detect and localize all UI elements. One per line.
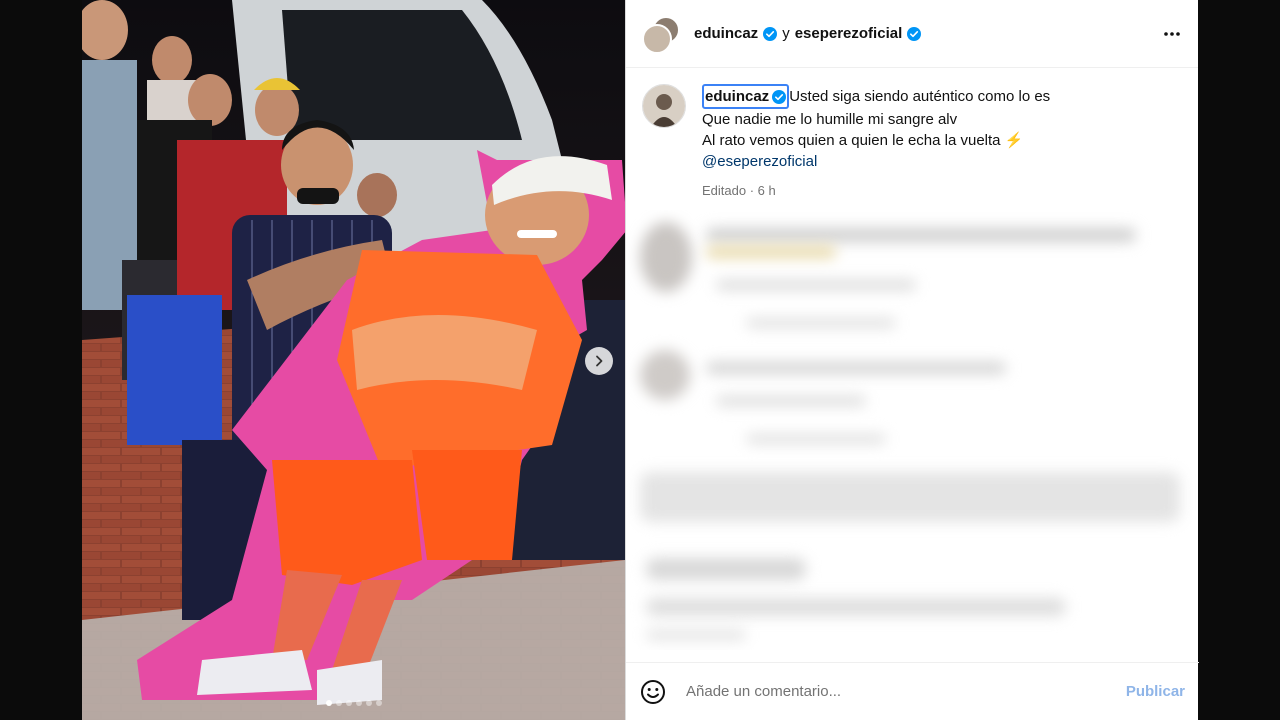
- post-dialog: eduincaz y eseperezoficial eduincaz Uste…: [82, 0, 1199, 720]
- emoji-icon[interactable]: [640, 679, 666, 705]
- verified-badge-icon: [907, 26, 922, 41]
- edited-label: Editado: [702, 183, 747, 198]
- carousel-dot: [345, 700, 352, 706]
- carousel-dot: [335, 700, 342, 706]
- comment-text: [706, 246, 836, 258]
- carousel-indicator: [82, 700, 625, 706]
- carousel-dot: [375, 700, 382, 706]
- comment-meta: [716, 280, 916, 290]
- meta-separator: ·: [749, 183, 758, 198]
- caption-line-1: Usted siga siendo auténtico como lo es: [789, 88, 1051, 105]
- comment-input[interactable]: [684, 682, 1088, 701]
- author-username-2[interactable]: eseperezoficial: [795, 25, 903, 42]
- publish-button[interactable]: Publicar: [1126, 683, 1185, 700]
- caption-username-label: eduincaz: [705, 88, 770, 105]
- blurred-comments: [626, 210, 1199, 650]
- verified-badge-icon: [763, 26, 778, 41]
- carousel-dot: [355, 700, 362, 706]
- carousel-next-button[interactable]: [585, 347, 613, 375]
- caption-meta: Editado · 6 h: [702, 180, 1050, 201]
- post-side-panel: eduincaz y eseperezoficial eduincaz Uste…: [625, 0, 1199, 720]
- comment-avatar: [640, 222, 692, 292]
- collab-avatars[interactable]: [642, 15, 680, 54]
- caption-line-3: Al rato vemos quien a quien le echa la v…: [702, 132, 1024, 149]
- post-caption: eduincaz Usted siga siendo auténtico com…: [626, 68, 1198, 201]
- post-photo: [82, 0, 625, 720]
- post-time[interactable]: 6 h: [758, 183, 776, 198]
- avatar-image: [643, 85, 685, 127]
- author-username-1[interactable]: eduincaz: [694, 25, 758, 42]
- comment-replies: [746, 318, 896, 328]
- caption-text: eduincaz Usted siga siendo auténtico com…: [702, 84, 1050, 201]
- comment-avatar: [640, 350, 690, 400]
- post-header: eduincaz y eseperezoficial: [626, 0, 1198, 68]
- caption-avatar[interactable]: [642, 84, 686, 128]
- post-authors: eduincaz y eseperezoficial: [694, 25, 922, 42]
- comment-text: [706, 228, 1136, 242]
- comment-text: [706, 362, 1006, 374]
- authors-conjunction: y: [782, 25, 790, 42]
- caption-line-2: Que nadie me lo humille mi sangre alv: [702, 111, 958, 128]
- comment-meta: [716, 396, 866, 406]
- caption-mention-link[interactable]: @eseperezoficial: [702, 151, 1050, 172]
- chevron-right-icon: [596, 355, 603, 367]
- avatar-primary: [642, 23, 672, 54]
- verified-badge-icon: [772, 89, 787, 104]
- action-bar: [646, 558, 806, 580]
- more-options-icon[interactable]: [1162, 24, 1182, 44]
- post-media: [82, 0, 625, 720]
- carousel-dot: [365, 700, 372, 706]
- comment-replies: [746, 434, 886, 444]
- likes-row: [646, 598, 1066, 616]
- comment-composer: Publicar: [626, 662, 1199, 720]
- carousel-dot: [325, 700, 332, 706]
- comment-text: [640, 472, 1180, 522]
- caption-username[interactable]: eduincaz: [702, 84, 790, 109]
- date-row: [646, 630, 746, 640]
